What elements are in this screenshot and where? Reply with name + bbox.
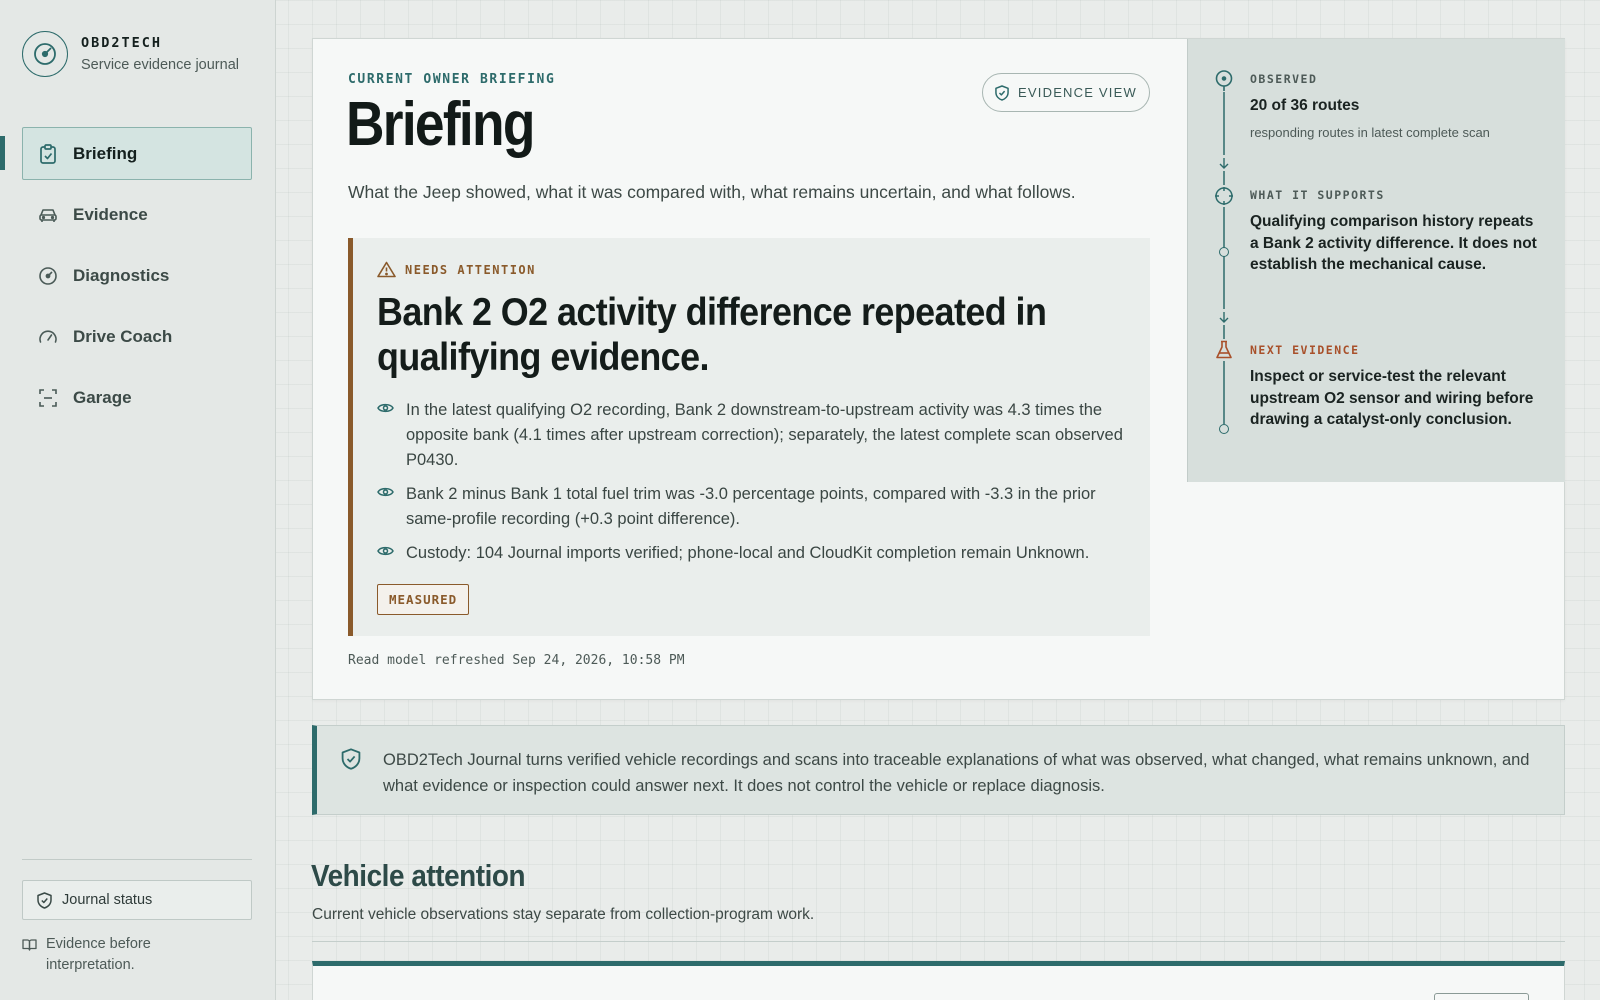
speedometer-icon: [38, 327, 58, 347]
warning-triangle-icon: [377, 261, 396, 278]
nav-label-briefing: Briefing: [73, 143, 138, 163]
vehicle-attention-subtitle: Current vehicle observations stay separa…: [312, 906, 815, 923]
rail-supports-value: Qualifying comparison history repeats a …: [1250, 213, 1537, 273]
nav-label-diagnostics: Diagnostics: [73, 265, 170, 285]
measured-badge: MEASURED: [377, 584, 470, 615]
nav-label-garage: Garage: [73, 387, 132, 407]
rail-dot: [1219, 247, 1229, 257]
briefing-eyebrow: CURRENT OWNER BRIEFING: [348, 72, 556, 87]
list-item: Bank 2 minus Bank 1 total fuel trim was …: [377, 482, 1137, 532]
rail-supports-label: WHAT IT SUPPORTS: [1250, 188, 1385, 202]
arrow-down-icon: [1216, 309, 1232, 325]
sidebar-note: Evidence before interpretation.: [22, 934, 166, 976]
evidence-view-label: EVIDENCE VIEW: [1018, 85, 1137, 100]
eye-icon: [377, 402, 395, 473]
list-item: In the latest qualifying O2 recording, B…: [377, 398, 1137, 473]
nav-item-diagnostics[interactable]: Diagnostics: [22, 249, 252, 302]
attention-point-text: In the latest qualifying O2 recording, B…: [406, 401, 1123, 469]
nav-item-evidence[interactable]: Evidence: [22, 188, 252, 241]
brand-logo-icon: [22, 31, 68, 77]
list-item: Custody: 104 Journal imports verified; p…: [377, 541, 1137, 566]
vehicle-attention-card-button[interactable]: [1434, 993, 1529, 1000]
rail-observed-label: OBSERVED: [1250, 72, 1318, 86]
brand-subtitle: Service evidence journal: [81, 57, 239, 73]
attention-points: In the latest qualifying O2 recording, B…: [377, 398, 1137, 575]
page-title: Briefing: [346, 90, 535, 159]
scan-frame-icon: [38, 388, 58, 408]
book-open-icon: [22, 938, 37, 976]
active-nav-indicator: [0, 136, 5, 170]
sidebar-note-text: Evidence before interpretation.: [46, 936, 151, 973]
briefing-lede: What the Jeep showed, what it was compar…: [348, 182, 1076, 202]
attention-label-text: NEEDS ATTENTION: [405, 262, 536, 277]
journal-status-label: Journal status: [62, 892, 153, 908]
attention-point-text: Bank 2 minus Bank 1 total fuel trim was …: [406, 485, 1096, 528]
car-icon: [38, 205, 58, 225]
nav-item-garage[interactable]: Garage: [22, 371, 252, 424]
rail-next-value: Inspect or service-test the relevant ups…: [1250, 368, 1534, 428]
vehicle-attention-card: [312, 961, 1565, 1000]
evidence-view-button[interactable]: EVIDENCE VIEW: [982, 73, 1150, 112]
nav-item-briefing[interactable]: Briefing: [22, 127, 252, 180]
location-pin-icon: [1213, 70, 1235, 92]
attention-label: NEEDS ATTENTION: [377, 261, 536, 278]
rail-observed: OBSERVED 20 of 36 routes responding rout…: [1250, 72, 1540, 140]
shield-check-icon: [995, 84, 1009, 101]
evidence-rail: OBSERVED 20 of 36 routes responding rout…: [1187, 39, 1565, 482]
eye-icon: [377, 545, 395, 566]
gauge-icon: [38, 266, 58, 286]
info-banner: OBD2Tech Journal turns verified vehicle …: [312, 725, 1565, 815]
rail-dot: [1219, 424, 1229, 434]
flask-icon: [1213, 339, 1235, 361]
shield-check-icon: [341, 748, 361, 770]
info-banner-text: OBD2Tech Journal turns verified vehicle …: [383, 751, 1530, 795]
rail-observed-value: 20 of 36 routes: [1250, 97, 1360, 114]
nav-label-drive-coach: Drive Coach: [73, 326, 173, 346]
attention-panel: NEEDS ATTENTION Bank 2 O2 activity diffe…: [348, 238, 1150, 636]
sidebar: OBD2TECH Service evidence journal Briefi…: [0, 0, 276, 1000]
briefing-card: CURRENT OWNER BRIEFING Briefing EVIDENCE…: [312, 38, 1565, 700]
crosshair-icon: [1213, 185, 1235, 207]
rail-supports: WHAT IT SUPPORTS Qualifying comparison h…: [1250, 188, 1540, 276]
attention-title: Bank 2 O2 activity difference repeated i…: [377, 291, 1047, 379]
clipboard-check-icon: [38, 143, 58, 164]
journal-status-button[interactable]: Journal status: [22, 880, 252, 920]
nav-item-drive-coach[interactable]: Drive Coach: [22, 310, 252, 363]
nav-label-evidence: Evidence: [73, 204, 148, 224]
rail-next: NEXT EVIDENCE Inspect or service-test th…: [1250, 343, 1540, 431]
brand[interactable]: OBD2TECH Service evidence journal: [22, 31, 239, 77]
eye-icon: [377, 486, 395, 532]
rail-next-label: NEXT EVIDENCE: [1250, 343, 1360, 357]
rail-observed-meta: responding routes in latest complete sca…: [1250, 124, 1490, 140]
brand-name: OBD2TECH: [81, 35, 163, 51]
refreshed-timestamp: Read model refreshed Sep 24, 2026, 10:58…: [348, 653, 685, 668]
shield-icon: [37, 891, 52, 909]
sidebar-divider: [22, 859, 252, 860]
arrow-down-icon: [1216, 155, 1232, 171]
vehicle-attention-title: Vehicle attention: [311, 858, 526, 893]
main-nav: Briefing Evidence Diagnostics Drive Coac…: [22, 127, 252, 432]
section-divider: [312, 941, 1565, 942]
attention-point-text: Custody: 104 Journal imports verified; p…: [406, 544, 1090, 562]
